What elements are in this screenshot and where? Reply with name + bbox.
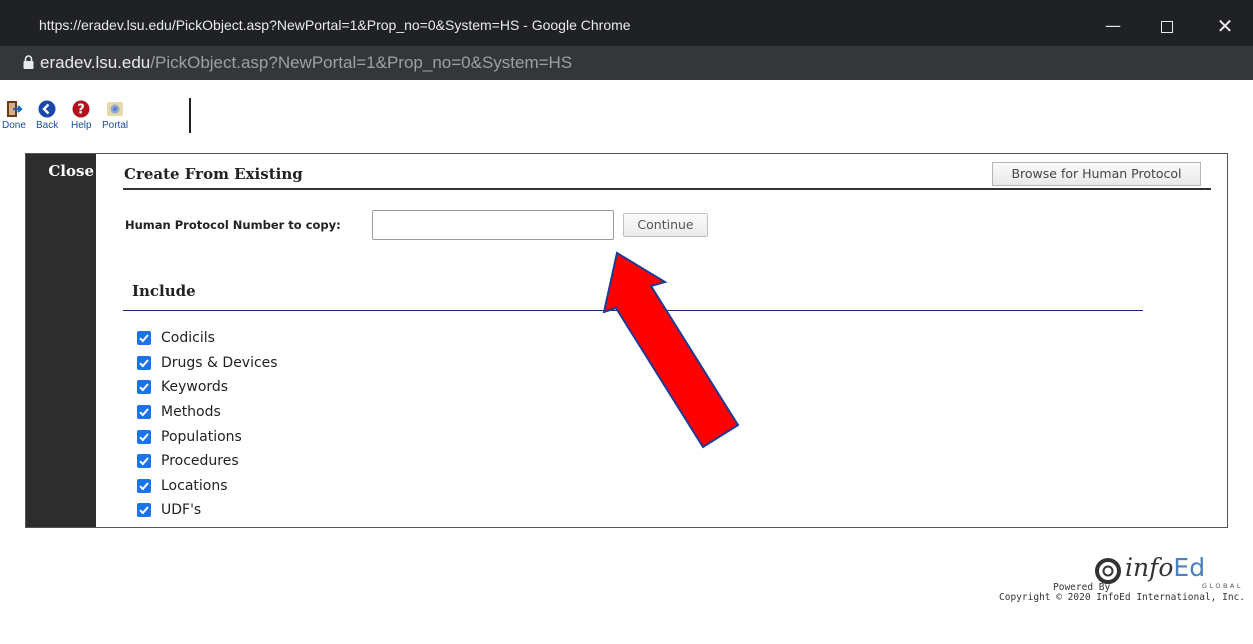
svg-text:?: ?	[78, 103, 86, 118]
done-icon	[6, 101, 23, 117]
checkbox-locations[interactable]	[137, 478, 151, 493]
include-item-locations[interactable]: Locations	[137, 474, 278, 499]
maximize-icon	[1161, 20, 1173, 33]
window-title: https://eradev.lsu.edu/PickObject.asp?Ne…	[39, 17, 631, 33]
continue-button[interactable]: Continue	[623, 213, 708, 237]
browse-human-protocol-button[interactable]: Browse for Human Protocol	[992, 162, 1201, 186]
check-icon	[139, 359, 149, 368]
logo-global-text: GLOBAL	[1201, 582, 1243, 590]
help-button[interactable]: ? Help	[71, 100, 92, 131]
checkbox-procedures[interactable]	[137, 454, 151, 469]
toolbar-divider	[189, 98, 191, 133]
include-item-label: Populations	[161, 428, 242, 445]
back-button[interactable]: Back	[36, 100, 58, 131]
include-item-drugs-devices[interactable]: Drugs & Devices	[137, 351, 278, 376]
include-item-label: UDF's	[161, 502, 202, 519]
checkbox-udfs[interactable]	[137, 503, 151, 518]
close-link[interactable]: Close	[26, 154, 96, 184]
help-label: Help	[71, 120, 92, 131]
url-text[interactable]: eradev.lsu.edu/PickObject.asp?NewPortal=…	[40, 53, 572, 73]
include-item-label: Codicils	[161, 330, 215, 347]
checkbox-populations[interactable]	[137, 429, 151, 444]
include-item-populations[interactable]: Populations	[137, 424, 278, 449]
logo-wordmark: infoEd	[1125, 553, 1205, 582]
check-icon	[139, 506, 149, 515]
include-item-label: Procedures	[161, 453, 239, 470]
include-checklist: Codicils Drugs & Devices Keywords Method…	[137, 326, 278, 523]
protocol-number-label: Human Protocol Number to copy:	[125, 218, 341, 232]
include-item-keywords[interactable]: Keywords	[137, 375, 278, 400]
done-button[interactable]: Done	[2, 100, 26, 131]
browser-title-bar: https://eradev.lsu.edu/PickObject.asp?Ne…	[0, 0, 1253, 46]
section-divider	[123, 188, 1211, 190]
url-path: /PickObject.asp?NewPortal=1&Prop_no=0&Sy…	[150, 53, 573, 72]
back-icon	[38, 100, 56, 118]
infoed-logo: infoEd GLOBAL	[1095, 553, 1245, 590]
include-item-methods[interactable]: Methods	[137, 400, 278, 425]
checkbox-keywords[interactable]	[137, 380, 151, 395]
help-icon: ?	[72, 100, 90, 118]
include-heading: Include	[132, 282, 196, 300]
include-item-procedures[interactable]: Procedures	[137, 449, 278, 474]
url-host: eradev.lsu.edu	[40, 53, 151, 72]
portal-icon	[107, 102, 124, 116]
app-toolbar: Done Back ? Help Portal	[0, 80, 1253, 150]
checkbox-codicils[interactable]	[137, 331, 151, 346]
address-bar[interactable]: eradev.lsu.edu/PickObject.asp?NewPortal=…	[0, 46, 1253, 80]
include-item-label: Keywords	[161, 379, 229, 396]
back-label: Back	[36, 120, 59, 131]
left-sidebar: Close	[26, 154, 96, 527]
minimize-button[interactable]: —	[1093, 12, 1133, 40]
check-icon	[139, 433, 149, 442]
section-title: Create From Existing	[124, 165, 303, 183]
check-icon	[139, 383, 149, 392]
portal-button[interactable]: Portal	[102, 100, 128, 131]
footer: infoEd GLOBAL Powered By Copyright © 202…	[960, 553, 1245, 605]
maximize-button[interactable]	[1147, 12, 1187, 40]
logo-info-text: info	[1125, 553, 1174, 582]
protocol-number-input[interactable]	[372, 210, 614, 240]
lock-icon	[23, 55, 34, 69]
include-item-label: Drugs & Devices	[161, 354, 278, 371]
logo-ed-text: Ed	[1173, 553, 1206, 582]
checkbox-methods[interactable]	[137, 405, 151, 420]
include-item-label: Methods	[161, 404, 221, 421]
check-icon	[139, 408, 149, 417]
include-item-label: Locations	[161, 477, 228, 494]
portal-label: Portal	[102, 120, 129, 131]
include-item-udfs[interactable]: UDF's	[137, 498, 278, 523]
check-icon	[139, 457, 149, 466]
close-window-button[interactable]: ✕	[1205, 12, 1245, 40]
done-label: Done	[2, 120, 26, 131]
copyright-text: Copyright © 2020 InfoEd International, I…	[999, 592, 1245, 603]
annotation-arrow-icon	[602, 251, 740, 449]
infoed-swirl-icon	[1095, 558, 1121, 584]
check-icon	[139, 482, 149, 491]
checkbox-drugs-devices[interactable]	[137, 355, 151, 370]
check-icon	[139, 334, 149, 343]
include-item-codicils[interactable]: Codicils	[137, 326, 278, 351]
